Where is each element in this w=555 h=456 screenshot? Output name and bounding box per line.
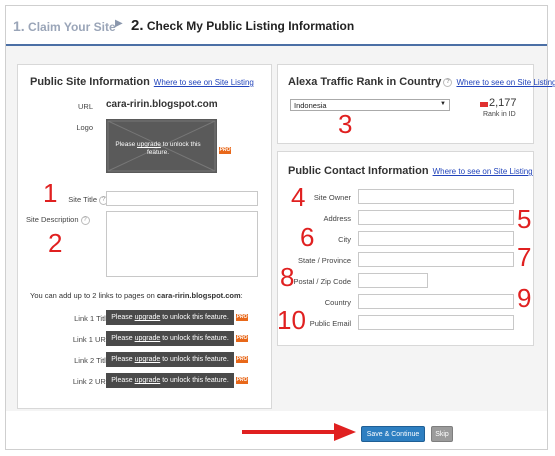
site-description-input[interactable] [106,211,258,277]
help-icon[interactable]: ? [443,77,453,87]
lock-text-pre: Please [111,335,135,342]
site-title-label-text: Site Title [68,195,97,204]
site-owner-input[interactable] [358,189,514,204]
links-intro-domain: cara-ririn.blogspot.com [156,291,241,300]
link1-title-locked: Please upgrade to unlock this feature. [106,310,234,325]
state-label: State / Province [298,256,351,265]
pro-badge: PRO [219,147,231,154]
alexa-rank-panel: Alexa Traffic Rank in Country? Where to s… [277,64,555,144]
lock-text-post: to unlock this feature. [160,377,229,384]
country-label: Country [324,298,351,307]
public-site-info-panel: Public Site Information Where to see on S… [17,64,272,409]
link2-url-label: Link 2 URL [72,377,110,386]
annotation-10: 10 [277,305,306,335]
url-value: cara-ririn.blogspot.com [106,99,218,110]
links-intro: You can add up to 2 links to pages on ca… [30,291,243,300]
address-input[interactable] [358,210,514,225]
links-intro-end: : [240,291,243,300]
logo-upgrade-text: Please upgrade to unlock this feature. [114,141,202,157]
annotation-9: 9 [517,283,532,313]
site-description-label: Site Description? [26,215,90,225]
url-label: URL [77,102,93,111]
postal-code-input[interactable] [358,273,428,288]
link1-url-label: Link 1 URL [72,335,110,344]
annotation-7: 7 [517,242,532,272]
lock-text-pre: Please [111,377,135,384]
annotation-3: 3 [338,109,353,139]
site-title-label: Site Title? [68,195,108,205]
step2-label: Check My Public Listing Information [146,19,355,33]
links-intro-text: You can add up to 2 links to pages on [30,291,157,300]
step1-number: 1. [13,18,25,34]
site-title-input[interactable] [106,191,258,206]
skip-button[interactable]: Skip [431,426,453,442]
panel-title: Public Contact Information [288,165,429,177]
link1-title-label: Link 1 Title [74,314,110,323]
link1-url-locked: Please upgrade to unlock this feature. [106,331,234,346]
site-listing-link[interactable]: Where to see on Site Listing [433,167,533,176]
annotation-1: 1 [43,178,58,208]
public-site-info-heading: Public Site Information Where to see on S… [30,76,254,88]
upgrade-link[interactable]: upgrade [135,314,161,321]
logo-upgrade-pre: Please [115,141,138,148]
annotation-4: 4 [291,182,306,212]
site-listing-link[interactable]: Where to see on Site Listing [154,78,254,87]
annotation-6: 6 [300,222,315,252]
site-owner-label: Site Owner [313,193,351,202]
lock-text-post: to unlock this feature. [160,356,229,363]
logo-upgrade-link[interactable]: upgrade [137,141,161,148]
logo-label: Logo [76,123,93,132]
lock-text-post: to unlock this feature. [160,314,229,321]
city-input[interactable] [358,231,514,246]
annotation-5: 5 [517,204,532,234]
site-description-label-text: Site Description [26,215,79,224]
city-label: City [338,235,351,244]
upgrade-link[interactable]: upgrade [135,335,161,342]
state-input[interactable] [358,252,514,267]
wizard-steps: 1. Claim Your Site ▶ 2. Check My Public … [6,6,547,46]
panel-title: Public Site Information [30,76,150,88]
logo-placeholder: Please upgrade to unlock this feature. [106,119,217,173]
wizard-frame: 1. Claim Your Site ▶ 2. Check My Public … [5,5,555,450]
country-select[interactable]: Indonesia ▼ [290,99,450,111]
annotation-8: 8 [280,262,295,292]
link2-title-locked: Please upgrade to unlock this feature. [106,352,234,367]
upgrade-link[interactable]: upgrade [135,377,161,384]
chevron-down-icon: ▼ [440,101,446,107]
link2-url-locked: Please upgrade to unlock this feature. [106,373,234,388]
rank-flag-icon [480,102,488,107]
step2-number: 2. [131,17,144,34]
country-input[interactable] [358,294,514,309]
lock-text-post: to unlock this feature. [160,335,229,342]
site-listing-link[interactable]: Where to see on Site Listing [456,78,555,87]
link2-title-label: Link 2 Title [74,356,110,365]
pro-badge: PRO [236,314,248,321]
public-email-label: Public Email [309,319,351,328]
lock-text-pre: Please [111,356,135,363]
alexa-rank-heading: Alexa Traffic Rank in Country? Where to s… [288,76,555,88]
pro-badge: PRO [236,335,248,342]
step-arrow-icon: ▶ [115,18,123,29]
panel-title: Alexa Traffic Rank in Country [288,76,442,88]
annotation-2: 2 [48,228,63,258]
red-arrow-annotation [242,423,356,441]
save-and-continue-button[interactable]: Save & Continue [361,426,425,442]
address-label: Address [323,214,351,223]
rank-value: 2,177 [489,97,517,109]
pro-badge: PRO [236,356,248,363]
lock-text-pre: Please [111,314,135,321]
public-email-input[interactable] [358,315,514,330]
help-icon[interactable]: ? [80,215,90,225]
rank-caption: Rank in ID [483,111,516,118]
pro-badge: PRO [236,377,248,384]
step1-label: Claim Your Site [28,20,116,34]
public-contact-heading: Public Contact Information Where to see o… [288,165,533,177]
step-check-listing: 2. Check My Public Listing Information [131,17,354,34]
country-select-value: Indonesia [294,101,327,110]
public-contact-panel: Public Contact Information Where to see o… [277,151,534,346]
postal-code-label: Postal / Zip Code [293,277,351,286]
upgrade-link[interactable]: upgrade [135,356,161,363]
step-claim-site: 1. Claim Your Site [13,18,116,34]
